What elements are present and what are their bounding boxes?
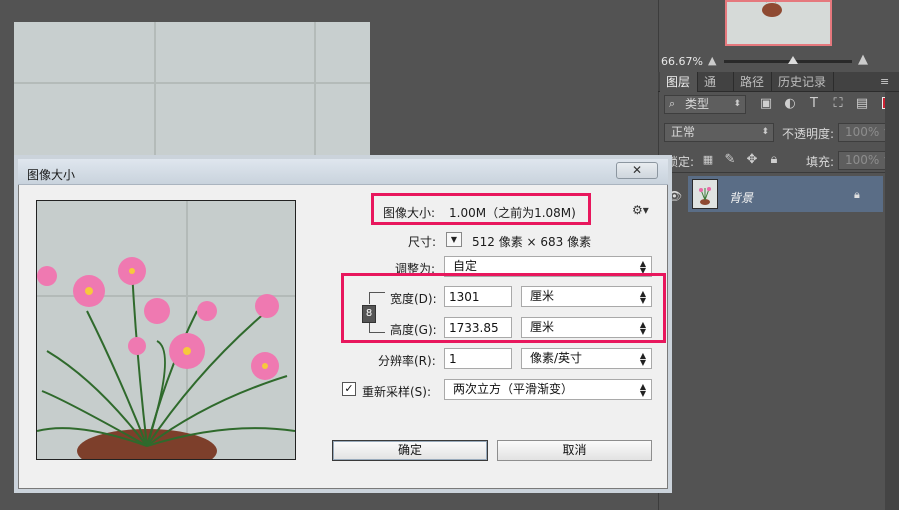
chevron-updown-icon: ▲ ▼ <box>639 351 646 367</box>
layer-lock-icon: 🔒︎ <box>854 188 860 201</box>
zoom-level: 66.67% <box>661 55 703 68</box>
link-line-bottom <box>369 332 385 333</box>
dimensions-unit-dropdown[interactable]: ▼ <box>446 232 462 247</box>
chevron-updown-icon: ⬍ <box>761 127 769 137</box>
chevron-updown-icon: ▲ ▼ <box>639 289 646 305</box>
filter-adjustment-icon[interactable]: ◐ <box>782 96 798 112</box>
resolution-label: 分辨率(R): <box>378 354 436 368</box>
lock-label: 锁定: <box>666 155 695 169</box>
dimensions-label: 尺寸: <box>408 235 437 249</box>
mountain-small-icon[interactable]: ▲ <box>708 54 716 67</box>
constrain-proportions-link-icon[interactable]: 8 <box>362 305 376 323</box>
lock-all-icon[interactable]: 🔒︎ <box>766 152 782 168</box>
opacity-label: 不透明度: <box>782 127 835 141</box>
dialog-title: 图像大小 <box>27 168 76 182</box>
tab-channels[interactable]: 通道 <box>698 72 734 109</box>
mountain-large-icon[interactable]: ▲ <box>858 52 868 67</box>
height-input[interactable] <box>444 317 512 338</box>
navigator-thumbnail[interactable] <box>725 0 832 46</box>
chevron-updown-icon: ▲ ▼ <box>639 382 646 398</box>
chevron-updown-icon: ⬍ <box>733 99 741 109</box>
divider <box>660 172 885 173</box>
image-size-label: 图像大小: <box>383 206 436 220</box>
image-size-value: 1.00M（之前为1.08M) <box>449 206 576 220</box>
cancel-button[interactable]: 取消 <box>497 440 652 461</box>
ok-button[interactable]: 确定 <box>332 440 488 461</box>
tab-history[interactable]: 历史记录 <box>772 72 834 92</box>
layer-thumbnail <box>692 179 718 209</box>
chevron-updown-icon: ▲ ▼ <box>639 320 646 336</box>
zoom-slider-knob[interactable] <box>788 56 798 64</box>
resolution-unit-select[interactable]: 像素/英寸 ▲ ▼ <box>521 348 652 369</box>
filter-shape-icon[interactable]: ⛶ <box>830 96 846 112</box>
filter-type-icon[interactable]: T <box>806 96 822 112</box>
width-unit-select[interactable]: 厘米 ▲ ▼ <box>521 286 652 307</box>
layer-filter-select[interactable]: 类型 ⬍ <box>664 95 746 114</box>
width-input[interactable] <box>444 286 512 307</box>
layer-name[interactable]: 背景 <box>729 189 753 206</box>
height-unit-select[interactable]: 厘米 ▲ ▼ <box>521 317 652 338</box>
close-icon: ✕ <box>631 163 643 177</box>
tab-paths[interactable]: 路径 <box>734 72 772 92</box>
height-label: 高度(G): <box>390 323 437 337</box>
filter-pixel-icon[interactable]: ▣ <box>758 96 774 112</box>
panel-menu-icon[interactable]: ≡ <box>880 75 889 88</box>
fill-label: 填充: <box>806 155 835 169</box>
search-icon: ⌕ <box>669 97 676 110</box>
link-line-top <box>369 292 385 293</box>
gear-icon[interactable]: ⚙▾ <box>632 203 649 217</box>
lock-move-icon[interactable]: ✥ <box>744 152 760 168</box>
width-label: 宽度(D): <box>390 292 437 306</box>
resample-label: 重新采样(S): <box>362 385 432 399</box>
filter-smartobject-icon[interactable]: ▤ <box>854 96 870 112</box>
blend-mode-select[interactable]: 正常 ⬍ <box>664 123 774 142</box>
lock-transparent-icon[interactable]: ▦ <box>700 152 716 168</box>
image-preview[interactable] <box>36 200 296 460</box>
resample-checkbox[interactable]: ✓ <box>342 382 356 396</box>
resample-method-select[interactable]: 两次立方（平滑渐变） ▲ ▼ <box>444 379 652 400</box>
panel-scrollbar[interactable] <box>885 92 899 510</box>
dimensions-value: 512 像素 × 683 像素 <box>472 235 592 249</box>
tab-layers[interactable]: 图层 <box>660 72 698 92</box>
resolution-input[interactable] <box>444 348 512 369</box>
dialog-titlebar[interactable] <box>18 159 668 185</box>
eye-icon[interactable]: 👁︎ <box>667 189 682 203</box>
close-button[interactable]: ✕ <box>616 162 658 179</box>
link-line-top-v <box>369 292 370 304</box>
chevron-updown-icon: ▲ ▼ <box>639 259 646 275</box>
lock-brush-icon[interactable]: ✎ <box>722 152 738 168</box>
